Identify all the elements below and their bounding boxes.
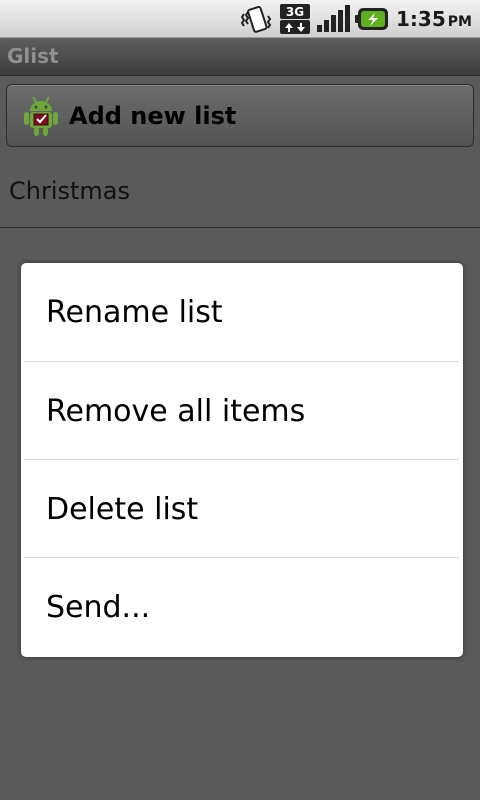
android-robot-icon bbox=[24, 96, 58, 136]
app-title: Glist bbox=[7, 44, 59, 68]
battery-charging-icon bbox=[355, 8, 388, 30]
list-item-christmas[interactable]: Christmas bbox=[0, 158, 480, 228]
vibrate-icon bbox=[241, 6, 272, 33]
network-type-label: 3G bbox=[286, 5, 304, 19]
status-bar: 3G 1:35 PM bbox=[0, 0, 480, 38]
add-new-list-button[interactable]: Add new list bbox=[6, 84, 474, 147]
clock-time: 1:35 bbox=[396, 7, 446, 31]
add-new-list-label: Add new list bbox=[69, 102, 237, 130]
clock-ampm: PM bbox=[447, 14, 472, 30]
menu-item-label: Send... bbox=[46, 590, 151, 625]
3g-data-icon: 3G bbox=[280, 4, 310, 34]
app-title-bar: Glist bbox=[0, 38, 480, 76]
menu-item-remove-all-items[interactable]: Remove all items bbox=[21, 362, 463, 459]
menu-item-label: Rename list bbox=[46, 295, 223, 330]
menu-item-delete-list[interactable]: Delete list bbox=[21, 460, 463, 557]
status-clock: 1:35 PM bbox=[396, 5, 472, 36]
list-item-label: Christmas bbox=[9, 177, 131, 205]
menu-item-label: Remove all items bbox=[46, 394, 306, 429]
menu-item-label: Delete list bbox=[46, 492, 199, 527]
signal-strength-icon bbox=[317, 5, 350, 32]
menu-item-send[interactable]: Send... bbox=[21, 558, 463, 655]
list-context-menu: Rename list Remove all items Delete list… bbox=[21, 263, 463, 657]
menu-item-rename-list[interactable]: Rename list bbox=[21, 263, 463, 360]
